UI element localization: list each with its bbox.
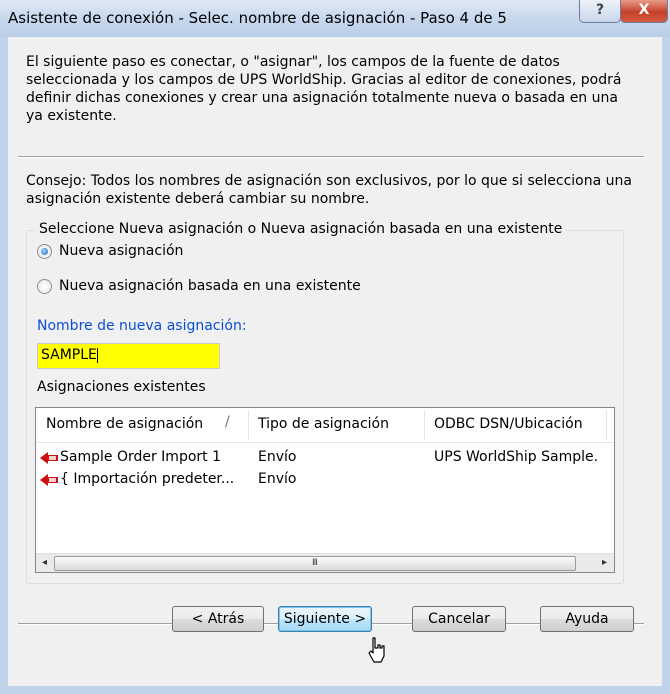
radio-unselected-icon[interactable] bbox=[37, 278, 52, 294]
radio-based-mapping-label: Nueva asignación basada en una existente bbox=[59, 278, 361, 294]
new-name-label: Nombre de nueva asignación: bbox=[37, 318, 247, 334]
intro-text: El siguiente paso es conectar, o "asigna… bbox=[26, 54, 622, 124]
window-frame-left bbox=[0, 37, 8, 694]
mouse-pointer-icon bbox=[368, 637, 385, 663]
radio-new-mapping[interactable]: Nueva asignación bbox=[37, 241, 183, 261]
text-caret bbox=[96, 347, 98, 363]
mapping-options-group: Seleccione Nueva asignación o Nueva asig… bbox=[26, 221, 624, 584]
scroll-left-icon[interactable]: ◂ bbox=[36, 554, 53, 572]
title-close-button[interactable]: X bbox=[620, 0, 668, 23]
dialog-body: El siguiente paso es conectar, o "asigna… bbox=[8, 37, 662, 686]
table-row[interactable]: { Importación predeter... Envío bbox=[36, 469, 614, 491]
top-separator bbox=[18, 156, 644, 158]
back-button[interactable]: < Atrás bbox=[172, 606, 264, 632]
column-header-location[interactable]: ODBC DSN/Ubicación bbox=[434, 416, 583, 432]
scroll-grip-icon: III bbox=[312, 558, 318, 568]
existing-mappings-list[interactable]: Nombre de asignación / Tipo de asignació… bbox=[35, 407, 615, 573]
new-name-input[interactable]: SAMPLE bbox=[37, 343, 220, 369]
list-header: Nombre de asignación / Tipo de asignació… bbox=[36, 408, 614, 443]
column-header-type[interactable]: Tipo de asignación bbox=[258, 416, 389, 432]
map-arrow-icon bbox=[40, 452, 58, 464]
new-name-value: SAMPLE bbox=[41, 347, 97, 363]
table-row[interactable]: Sample Order Import 1 Envío UPS WorldShi… bbox=[36, 447, 614, 469]
title-help-button[interactable]: ? bbox=[579, 0, 621, 23]
sort-indicator-icon: / bbox=[225, 414, 230, 430]
group-legend: Seleccione Nueva asignación o Nueva asig… bbox=[35, 221, 567, 237]
radio-selected-icon[interactable] bbox=[37, 243, 52, 259]
title-bar: Asistente de conexión - Selec. nombre de… bbox=[0, 0, 670, 38]
cell-type: Envío bbox=[258, 471, 297, 487]
column-divider[interactable] bbox=[606, 410, 607, 440]
cancel-button[interactable]: Cancelar bbox=[412, 606, 506, 632]
next-button[interactable]: Siguiente > bbox=[278, 606, 372, 632]
cell-location: UPS WorldShip Sample. bbox=[434, 449, 599, 465]
radio-new-mapping-label: Nueva asignación bbox=[59, 243, 184, 259]
window-frame-bottom bbox=[0, 686, 670, 694]
scroll-right-icon[interactable]: ▸ bbox=[596, 554, 613, 572]
horizontal-scrollbar[interactable]: ◂ III ▸ bbox=[36, 553, 614, 572]
existing-mappings-label: Asignaciones existentes bbox=[37, 379, 206, 395]
radio-based-mapping[interactable]: Nueva asignación basada en una existente bbox=[37, 276, 361, 296]
column-divider[interactable] bbox=[424, 410, 425, 440]
cell-name: Sample Order Import 1 bbox=[60, 449, 221, 465]
help-button[interactable]: Ayuda bbox=[540, 606, 634, 632]
cell-name: { Importación predeter... bbox=[60, 471, 235, 487]
scroll-thumb[interactable]: III bbox=[54, 556, 576, 571]
tip-text: Consejo: Todos los nombres de asignación… bbox=[26, 173, 632, 207]
window-title: Asistente de conexión - Selec. nombre de… bbox=[8, 9, 507, 27]
column-header-name[interactable]: Nombre de asignación bbox=[46, 416, 203, 432]
window-frame-right bbox=[662, 37, 670, 694]
cell-type: Envío bbox=[258, 449, 297, 465]
map-arrow-icon bbox=[40, 474, 58, 486]
column-divider[interactable] bbox=[248, 410, 249, 440]
